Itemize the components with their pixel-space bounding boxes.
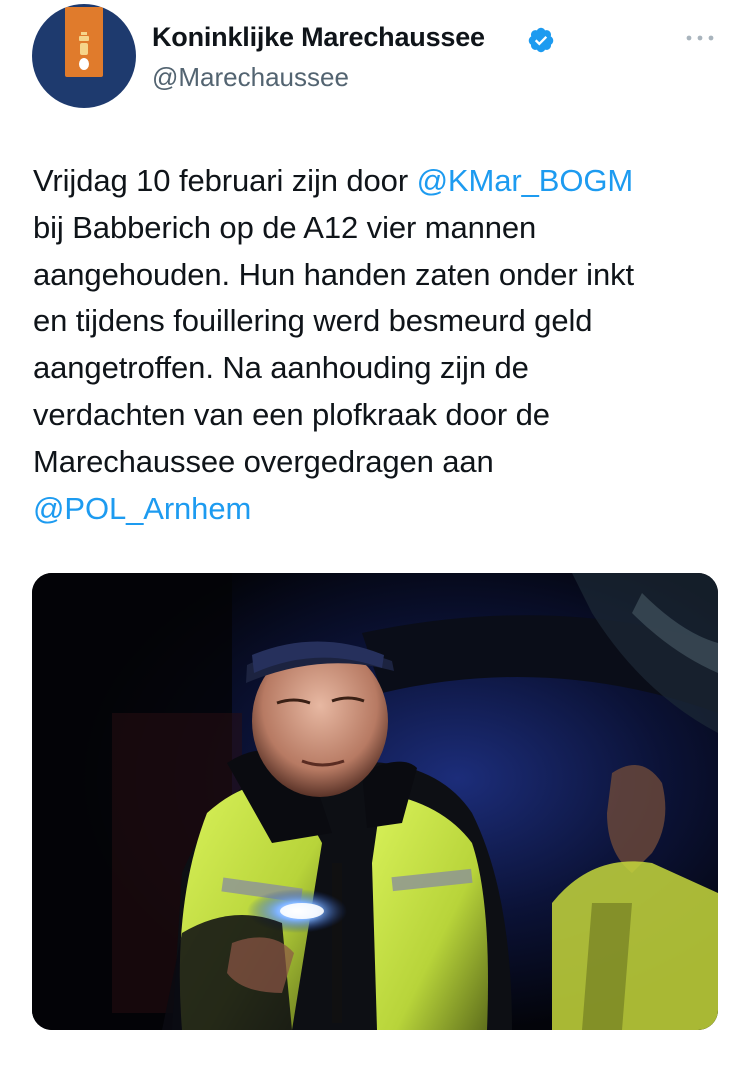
kmar-emblem-icon [79, 32, 89, 70]
tweet-text-fragment: Vrijdag 10 februari zijn door [33, 163, 417, 198]
tweet-text-fragment: Marechaussee overgedragen aan [33, 443, 494, 479]
account-name[interactable]: Koninklijke Marechaussee [152, 22, 485, 53]
verified-badge-icon [528, 27, 554, 53]
tweet-line: bij Babberich op de A12 vier mannen [33, 205, 723, 252]
tweet-text-fragment: bij Babberich op de A12 vier mannen [33, 209, 537, 245]
tweet-text: Vrijdag 10 februari zijn door @KMar_BOGM… [33, 158, 723, 532]
tweet-line: @POL_Arnhem [33, 486, 723, 533]
account-handle[interactable]: @Marechaussee [152, 62, 349, 93]
photo-officer-at-night [32, 573, 718, 1030]
tweet-line: en tijdens fouillering werd besmeurd gel… [33, 298, 723, 345]
tweet-line: Marechaussee overgedragen aan [33, 439, 723, 486]
mention-link[interactable]: @KMar_BOGM [417, 163, 634, 198]
tweet-text-fragment: aangehouden. Hun handen zaten onder inkt [33, 256, 634, 292]
tweet-text-fragment: verdachten van een plofkraak door de [33, 396, 550, 432]
tweet-text-fragment: aangetroffen. Na aanhouding zijn de [33, 350, 529, 386]
tweet-line: verdachten van een plofkraak door de [33, 392, 723, 439]
tweet-photo[interactable] [32, 573, 718, 1030]
tweet-text-fragment: en tijdens fouillering werd besmeurd gel… [33, 303, 593, 339]
mention-link[interactable]: @POL_Arnhem [33, 491, 251, 526]
avatar[interactable] [32, 4, 136, 108]
tweet-line: aangehouden. Hun handen zaten onder inkt [33, 252, 723, 299]
tweet-line: Vrijdag 10 februari zijn door @KMar_BOGM [33, 158, 723, 205]
more-options-icon[interactable] [684, 28, 716, 48]
tweet-line: aangetroffen. Na aanhouding zijn de [33, 345, 723, 392]
